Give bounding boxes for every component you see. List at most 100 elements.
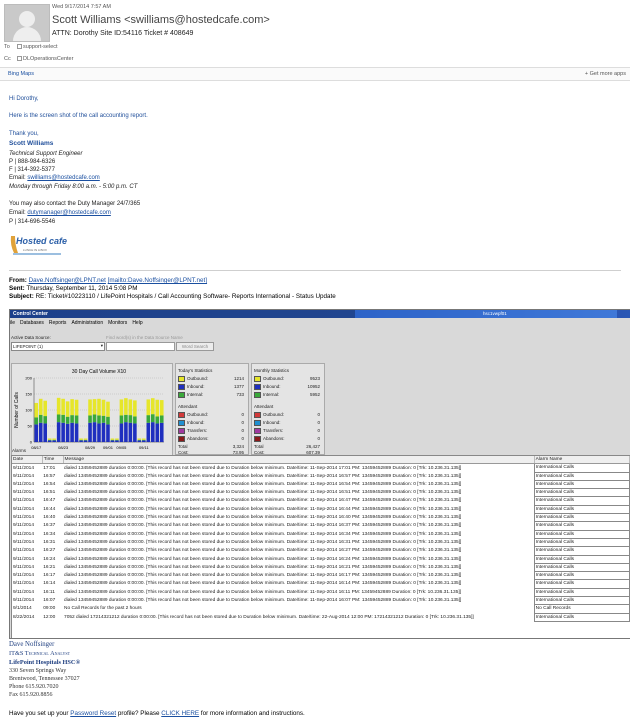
alarm-alarm-cell: International Calls — [533, 479, 630, 490]
bar-inbound — [146, 422, 151, 442]
stat-value: 733 — [236, 392, 244, 397]
duty-email-label: Email: — [9, 210, 28, 216]
stat-value: 0 — [241, 436, 244, 441]
alarm-time-cell: 16:37 — [43, 523, 56, 529]
menu-item[interactable]: ile — [10, 320, 15, 326]
alarm-msg-cell: dialed 13459452889 duration 0:00:00. [Th… — [64, 465, 462, 471]
column-header[interactable]: Date — [12, 456, 43, 465]
click-here-link[interactable]: CLICK HERE — [161, 710, 199, 717]
cc-recipient-text: DLOperationsCenter — [23, 56, 74, 62]
divider — [9, 270, 621, 271]
alarm-alarm-cell: International Calls — [533, 612, 630, 622]
table-row[interactable]: 9/11/2014 16:24 dialed 13459452889 duratio… — [12, 554, 630, 564]
bar-internal — [159, 415, 164, 423]
table-row[interactable]: 9/1/2014 09:00 No Call Records for the pas… — [12, 604, 630, 614]
bar-internal — [52, 439, 56, 441]
fwd-from-mailto[interactable]: [mailto:Dave.Noffsinger@LPNT.net] — [108, 277, 207, 284]
active-ds-select[interactable]: LIFEPOINT (1) ▾ — [11, 342, 105, 351]
table-row[interactable]: 9/11/2014 16:51 dialed 13459452889 duratio… — [12, 488, 630, 498]
cc-server-tab-label: hsc1vwpf01 — [483, 311, 507, 316]
alarm-date-cell: 9/11/2014 — [13, 539, 34, 545]
fwd-from-link[interactable]: Dave.Noffsinger@LPNT.net — [29, 277, 106, 284]
footer-line: Have you set up your Password Reset prof… — [9, 710, 305, 717]
bar-outbound — [106, 401, 110, 417]
fwd-sig-fax: Fax 615.920.8856 — [9, 692, 53, 698]
bar-inbound — [47, 440, 52, 442]
table-row[interactable]: 9/11/2014 16:27 dialed 13459452889 duratio… — [12, 546, 630, 556]
to-recipient[interactable]: support-select — [17, 44, 58, 50]
sig-title: Technical Support Engineer — [9, 151, 83, 157]
table-row[interactable]: 9/11/2014 16:40 dialed 13459452889 duratio… — [12, 513, 630, 523]
sig-email-link[interactable]: swilliams@hostedcafe.com — [27, 175, 99, 181]
cc-label: Cc — [4, 56, 11, 62]
duty-phone: P | 314-696-5546 — [9, 219, 56, 225]
word-search-button[interactable]: Word Search — [176, 342, 214, 351]
bar-outbound — [155, 399, 160, 417]
y-tick-label: 150 — [25, 392, 32, 397]
alarm-msg-cell: dialed 13459452889 duration 0:00:00. [Th… — [64, 531, 462, 537]
alarm-alarm-cell: International Calls — [533, 504, 630, 515]
alarm-alarm-cell: International Calls — [533, 579, 630, 589]
alarm-date-cell: 9/11/2014 — [13, 564, 34, 570]
menu-item[interactable]: Monitors — [108, 320, 127, 326]
intro-line: Here is the screen shot of the call acco… — [9, 113, 148, 119]
table-row[interactable]: 9/11/2014 16:44 dialed 13459452889 duratio… — [12, 504, 630, 515]
alarm-alarm-cell: International Calls — [533, 513, 630, 523]
fwd-sig-phone: Phone 615.920.7020 — [9, 684, 59, 690]
bar-inbound — [137, 440, 142, 442]
bar-inbound — [110, 440, 115, 442]
alarm-time-cell: 17:01 — [43, 465, 56, 471]
alarm-date-cell: 9/11/2014 — [13, 490, 34, 496]
duty-line: You may also contact the Duty Manager 24… — [9, 201, 141, 207]
bar-internal — [38, 414, 43, 423]
table-row[interactable]: 9/11/2014 16:47 dialed 13459452889 duratio… — [12, 496, 630, 506]
duty-email-link[interactable]: dutymanager@hostedcafe.com — [27, 210, 110, 216]
table-row[interactable]: 9/11/2014 16:34 dialed 13459452889 duratio… — [12, 529, 630, 539]
column-header[interactable]: Alarm Name — [534, 456, 630, 465]
find-input[interactable] — [106, 342, 175, 351]
alarm-date-cell: 9/11/2014 — [13, 473, 34, 479]
table-row[interactable]: 9/11/2014 16:17 dialed 13459452889 duratio… — [12, 571, 630, 581]
menu-item[interactable]: Databases — [20, 320, 44, 326]
logo-text: Hosted cafe — [16, 236, 68, 246]
table-row[interactable]: 8/22/2014 12:00 7052 dialed 17214321212 du… — [12, 612, 630, 622]
table-row[interactable]: 9/11/2014 16:37 dialed 13459452889 duratio… — [12, 521, 630, 531]
stat-value: 9523 — [309, 376, 320, 381]
column-header[interactable]: Message — [63, 456, 535, 465]
table-row[interactable]: 9/11/2014 16:57 dialed 13459452889 duratio… — [12, 471, 630, 481]
cc-server-tab[interactable]: hsc1vwpf01 — [355, 310, 617, 318]
menu-item[interactable]: Help — [132, 320, 142, 326]
cc-recipient[interactable]: DLOperationsCenter — [17, 56, 73, 62]
to-recipient-text: support-select — [23, 44, 58, 50]
table-row[interactable]: 9/11/2014 16:11 dialed 13459452889 duratio… — [12, 587, 630, 598]
bar-inbound — [151, 422, 155, 442]
alarm-time-cell: 16:47 — [43, 498, 56, 504]
table-row[interactable]: 9/11/2014 16:21 dialed 13459452889 duratio… — [12, 562, 630, 573]
alarm-date-cell: 9/11/2014 — [13, 573, 34, 579]
password-reset-link[interactable]: Password Reset — [70, 710, 116, 717]
stat-label: Inbound: — [263, 384, 281, 390]
bar-internal — [142, 439, 146, 441]
alarm-alarm-cell: International Calls — [533, 562, 630, 573]
alarm-header-row: Date Time Message Alarm Name — [12, 456, 630, 465]
email-sender[interactable]: Scott Williams <swilliams@hostedcafe.com… — [52, 14, 270, 26]
table-row[interactable]: 9/11/2014 16:54 dialed 13459452889 duratio… — [12, 479, 630, 490]
legend-swatch — [254, 412, 261, 418]
table-row[interactable]: 9/11/2014 17:01 dialed 13459452889 duratio… — [12, 463, 630, 473]
legend-swatch — [178, 392, 185, 398]
table-row[interactable]: 9/11/2014 16:31 dialed 13459452889 duratio… — [12, 537, 630, 548]
menu-item[interactable]: Reports — [49, 320, 67, 326]
bar-outbound — [146, 399, 151, 416]
table-row[interactable]: 9/11/2014 16:07 dialed 13459452889 duratio… — [12, 596, 630, 606]
fwd-from: From: Dave.Noffsinger@LPNT.net [mailto:D… — [9, 277, 207, 284]
cc-menu-bar: ile Databases Reports Administration Monitor… — [10, 320, 148, 326]
bar-outbound — [65, 401, 70, 417]
menu-item[interactable]: Administration — [71, 320, 103, 326]
bing-maps-link[interactable]: Bing Maps — [8, 71, 34, 77]
table-row[interactable]: 9/11/2014 16:14 dialed 13459452889 duratio… — [12, 579, 630, 589]
column-header[interactable]: Time — [42, 456, 64, 465]
get-more-apps-button[interactable]: + Get more apps — [585, 71, 626, 77]
todays-statistics-panel: Today's Statistics Outbound: 1214 Inbound: 1… — [175, 363, 249, 455]
alarm-msg-cell: dialed 13459452889 duration 0:00:00. [Th… — [64, 581, 462, 587]
alarm-date-cell: 9/11/2014 — [13, 465, 34, 471]
